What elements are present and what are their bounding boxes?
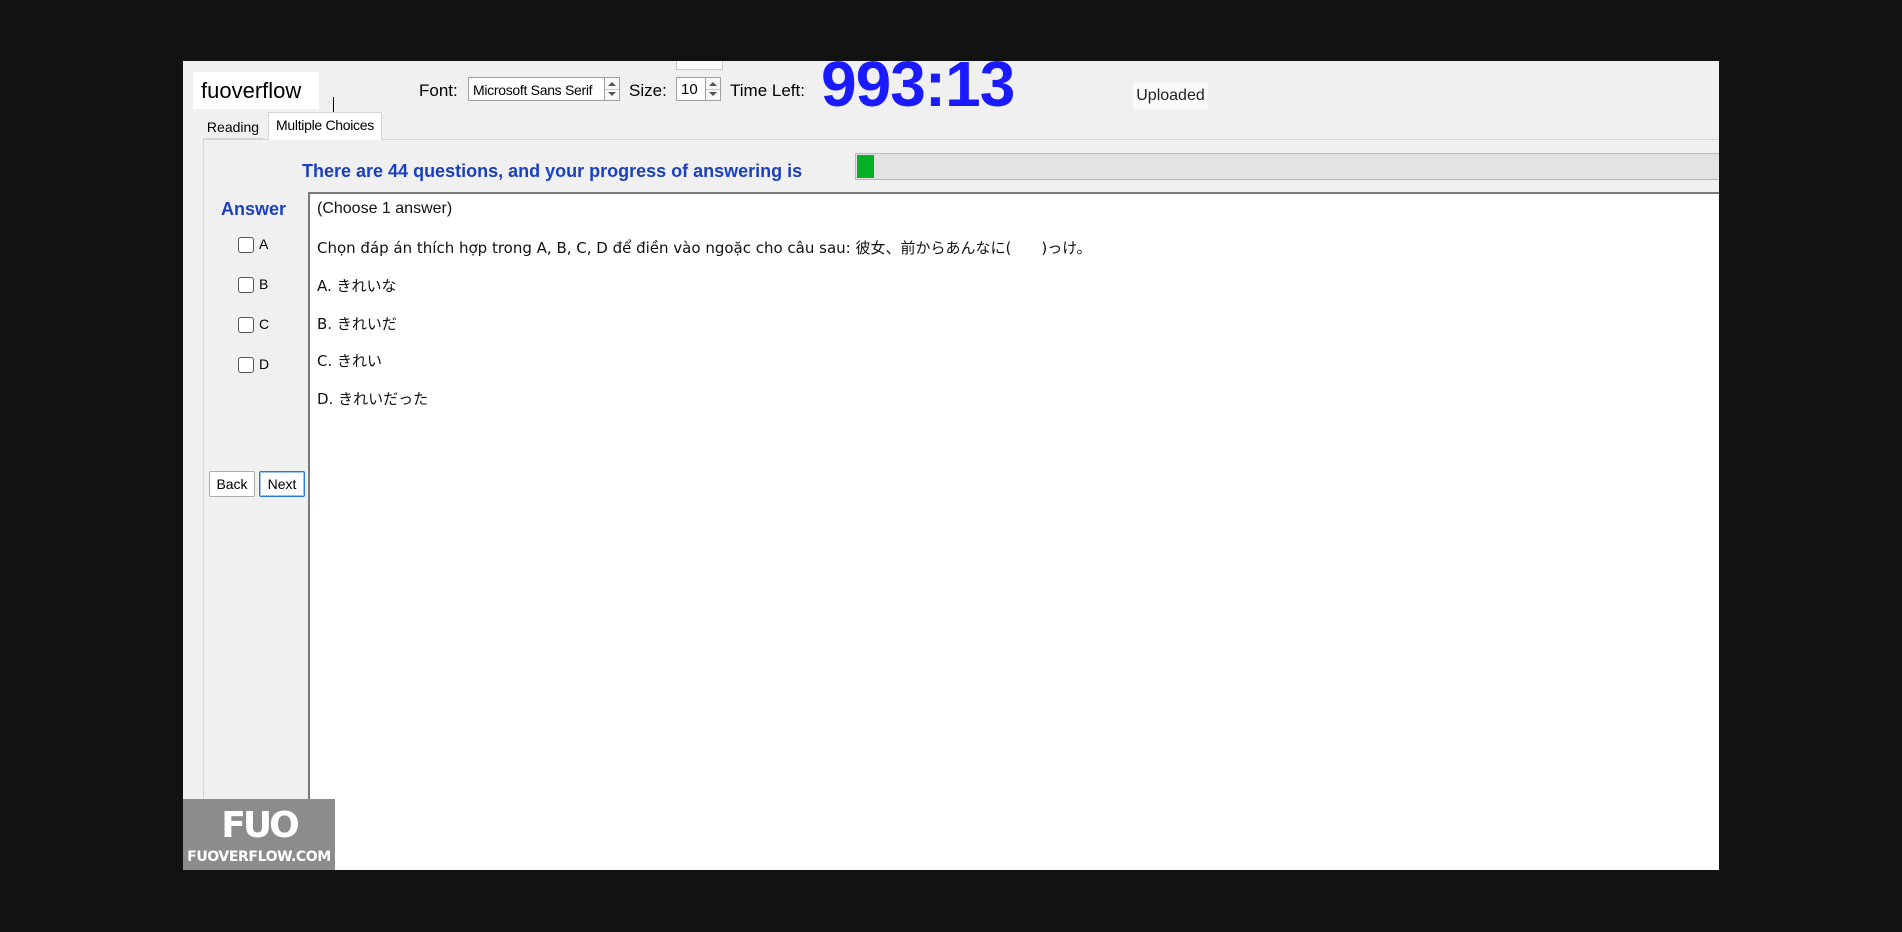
- site-watermark: FUO FUOVERFLOW.COM: [183, 799, 335, 870]
- choice-a-text: A. きれいな: [317, 277, 397, 295]
- spin-down-icon[interactable]: [608, 92, 616, 96]
- checkbox-d[interactable]: [238, 357, 254, 373]
- font-spinner[interactable]: [604, 77, 620, 101]
- choice-b-text: B. きれいだ: [317, 315, 397, 333]
- checkbox-c[interactable]: [238, 317, 254, 333]
- answer-heading: Answer: [221, 199, 287, 219]
- next-button[interactable]: Next: [259, 471, 305, 497]
- spin-up-icon[interactable]: [608, 82, 616, 86]
- checkbox-a[interactable]: [238, 237, 254, 253]
- checkbox-b[interactable]: [238, 277, 254, 293]
- upload-status: Uploaded: [1133, 83, 1208, 109]
- watermark-logo: FUO: [221, 805, 299, 846]
- option-label: C: [259, 316, 270, 332]
- size-input[interactable]: 10: [676, 77, 706, 101]
- progress-label: There are 44 questions, and your progres…: [302, 161, 803, 181]
- progress-fill: [857, 155, 874, 178]
- spin-divider: [706, 89, 720, 90]
- tab-multiple-choices[interactable]: Multiple Choices: [268, 112, 382, 140]
- question-area: [308, 192, 1719, 870]
- back-button[interactable]: Back: [209, 471, 255, 497]
- spin-up-icon[interactable]: [709, 82, 717, 86]
- choice-c-text: C. きれい: [317, 352, 383, 370]
- option-label: B: [259, 276, 269, 292]
- option-label: A: [259, 236, 269, 252]
- size-spinner[interactable]: [705, 77, 721, 101]
- username-field: fuoverflow: [193, 72, 334, 115]
- spin-down-icon[interactable]: [709, 92, 717, 96]
- question-instruction: (Choose 1 answer): [317, 200, 453, 217]
- exam-window: fuoverflow Font: Microsoft Sans Serif Si…: [183, 61, 1719, 870]
- font-select[interactable]: Microsoft Sans Serif: [468, 77, 606, 101]
- spin-divider: [605, 89, 619, 90]
- countdown-timer: 993:13: [821, 61, 1015, 120]
- font-label: Font:: [419, 81, 458, 100]
- progress-bar: [855, 153, 1719, 180]
- tab-reading[interactable]: Reading: [203, 116, 263, 139]
- username-text: fuoverflow: [201, 78, 302, 103]
- hidden-control-edge: [676, 61, 723, 70]
- time-left-label: Time Left:: [730, 81, 805, 100]
- option-label: D: [259, 356, 270, 372]
- question-prompt: Chọn đáp án thích hợp trong A, B, C, D đ…: [317, 239, 1092, 257]
- choice-d-text: D. きれいだった: [317, 390, 429, 408]
- watermark-url: FUOVERFLOW.COM: [187, 849, 331, 865]
- size-label: Size:: [629, 81, 667, 100]
